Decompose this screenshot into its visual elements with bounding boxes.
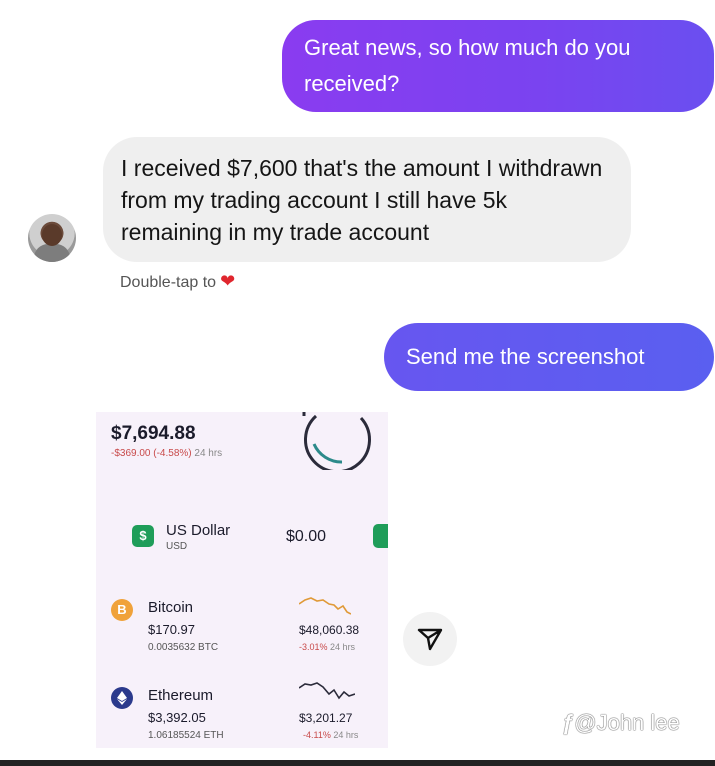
asset-change: -3.01% 24 hrs	[299, 642, 356, 652]
avatar[interactable]	[28, 214, 76, 262]
asset-amount: 0.0035632 BTC	[148, 642, 219, 653]
bitcoin-sparkline	[299, 597, 351, 615]
double-tap-hint: Double-tap to ❤	[120, 271, 236, 291]
asset-code: USD	[166, 541, 188, 552]
asset-value: $170.97	[148, 622, 195, 637]
wallet-screenshot-image[interactable]: $7,694.88 -$369.00 (-4.58%) 24 hrs $ US …	[96, 412, 388, 748]
asset-icon	[373, 524, 388, 548]
asset-amount: 1.06185524 ETH	[148, 730, 224, 741]
asset-balance: $0.00	[286, 528, 327, 545]
bottom-border	[0, 760, 715, 766]
dollar-icon: $	[132, 525, 154, 547]
heart-icon: ❤	[220, 271, 236, 291]
ethereum-sparkline	[299, 682, 355, 700]
send-icon	[417, 628, 443, 651]
ethereum-icon	[111, 687, 133, 709]
portfolio-ring-chart	[302, 412, 371, 470]
bitcoin-icon: B	[111, 599, 133, 621]
asset-name: Ethereum	[148, 687, 214, 704]
asset-change: -4.11% 24 hrs	[303, 730, 359, 740]
message-text: Send me the screenshot	[406, 344, 645, 369]
share-button[interactable]	[403, 612, 457, 666]
watermark: ƒ@John lee	[562, 710, 680, 735]
asset-price: $48,060.38	[299, 623, 360, 637]
asset-value: $3,392.05	[148, 710, 206, 725]
asset-name: US Dollar	[166, 522, 231, 539]
asset-price: $3,201.27	[299, 711, 353, 725]
incoming-message[interactable]: I received $7,600 that's the amount I wi…	[103, 137, 631, 262]
outgoing-message[interactable]: Great news, so how much do you received?	[282, 20, 714, 112]
message-text: Great news, so how much do you received?	[304, 35, 631, 96]
outgoing-message[interactable]: Send me the screenshot	[384, 323, 714, 391]
message-text: I received $7,600 that's the amount I wi…	[121, 155, 603, 245]
portfolio-change: -$369.00 (-4.58%) 24 hrs	[111, 448, 223, 459]
asset-name: Bitcoin	[148, 599, 194, 616]
portfolio-total: $7,694.88	[111, 423, 196, 444]
facebook-icon: ƒ	[562, 710, 575, 735]
